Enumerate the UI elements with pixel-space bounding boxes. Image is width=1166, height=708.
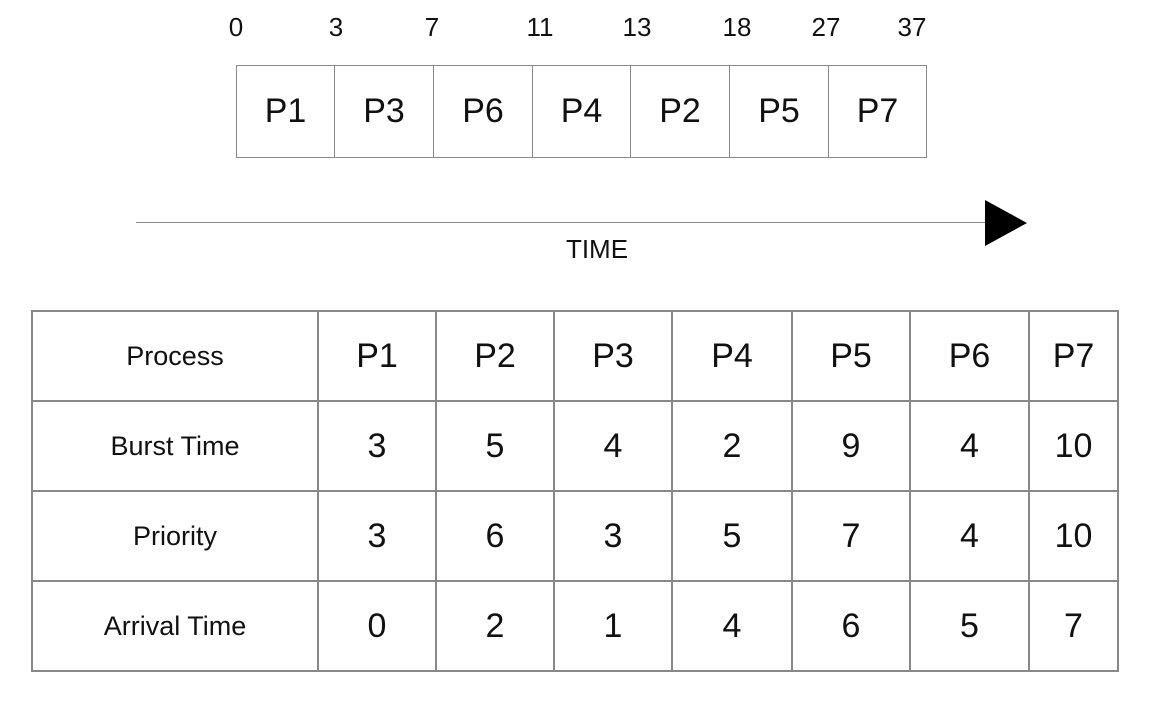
gantt-block: P1 xyxy=(237,66,335,157)
gantt-block: P4 xyxy=(533,66,631,157)
table-cell: P3 xyxy=(553,310,673,402)
table-cell: 5 xyxy=(435,400,555,492)
gantt-block: P5 xyxy=(730,66,829,157)
time-axis-label: TIME xyxy=(565,234,629,264)
table-row: Process P1 P2 P3 P4 P5 P6 P7 xyxy=(31,310,1119,402)
table-cell: P2 xyxy=(435,310,555,402)
table-cell: 3 xyxy=(553,490,673,582)
table-cell: 2 xyxy=(671,400,793,492)
table-cell: 6 xyxy=(791,580,911,672)
table-cell: P1 xyxy=(317,310,437,402)
table-cell: 1 xyxy=(553,580,673,672)
table-row: Priority 3 6 3 5 7 4 10 xyxy=(31,490,1119,582)
table-cell: 2 xyxy=(435,580,555,672)
row-label: Arrival Time xyxy=(31,580,319,672)
table-cell: 10 xyxy=(1028,490,1119,582)
row-label: Priority xyxy=(31,490,319,582)
table-cell: 10 xyxy=(1028,400,1119,492)
table-cell: 6 xyxy=(435,490,555,582)
row-label: Burst Time xyxy=(31,400,319,492)
arrow-right-icon xyxy=(985,200,1027,246)
time-tick: 37 xyxy=(897,12,927,42)
gantt-block: P6 xyxy=(434,66,533,157)
table-cell: 4 xyxy=(909,490,1030,582)
time-axis-line xyxy=(136,222,988,223)
table-row: Burst Time 3 5 4 2 9 4 10 xyxy=(31,400,1119,492)
process-table: Process P1 P2 P3 P4 P5 P6 P7 Burst Time 3 5 4 2 9 4 10 P… xyxy=(31,310,1119,672)
table-cell: 5 xyxy=(671,490,793,582)
table-cell: 7 xyxy=(791,490,911,582)
gantt-chart: P1 P3 P6 P4 P2 P5 P7 xyxy=(236,65,927,158)
table-cell: 5 xyxy=(909,580,1030,672)
gantt-block: P2 xyxy=(631,66,730,157)
time-tick: 27 xyxy=(811,12,841,42)
table-cell: 3 xyxy=(317,400,437,492)
row-label: Process xyxy=(31,310,319,402)
gantt-block: P7 xyxy=(856,92,899,130)
table-cell: P7 xyxy=(1028,310,1119,402)
table-cell: P5 xyxy=(791,310,911,402)
table-row: Arrival Time 0 2 1 4 6 5 7 xyxy=(31,580,1119,672)
table-cell: 0 xyxy=(317,580,437,672)
table-cell: 4 xyxy=(671,580,793,672)
time-tick: 11 xyxy=(526,12,554,42)
table-cell: 9 xyxy=(791,400,911,492)
time-tick: 18 xyxy=(722,12,752,42)
table-cell: 4 xyxy=(909,400,1030,492)
gantt-block: P3 xyxy=(335,66,434,157)
time-tick: 3 xyxy=(328,12,344,42)
table-cell: 4 xyxy=(553,400,673,492)
table-cell: P4 xyxy=(671,310,793,402)
table-cell: 3 xyxy=(317,490,437,582)
time-tick: 13 xyxy=(622,12,652,42)
table-cell: P6 xyxy=(909,310,1030,402)
time-tick: 7 xyxy=(424,12,440,42)
table-cell: 7 xyxy=(1028,580,1119,672)
time-tick: 0 xyxy=(228,12,244,42)
